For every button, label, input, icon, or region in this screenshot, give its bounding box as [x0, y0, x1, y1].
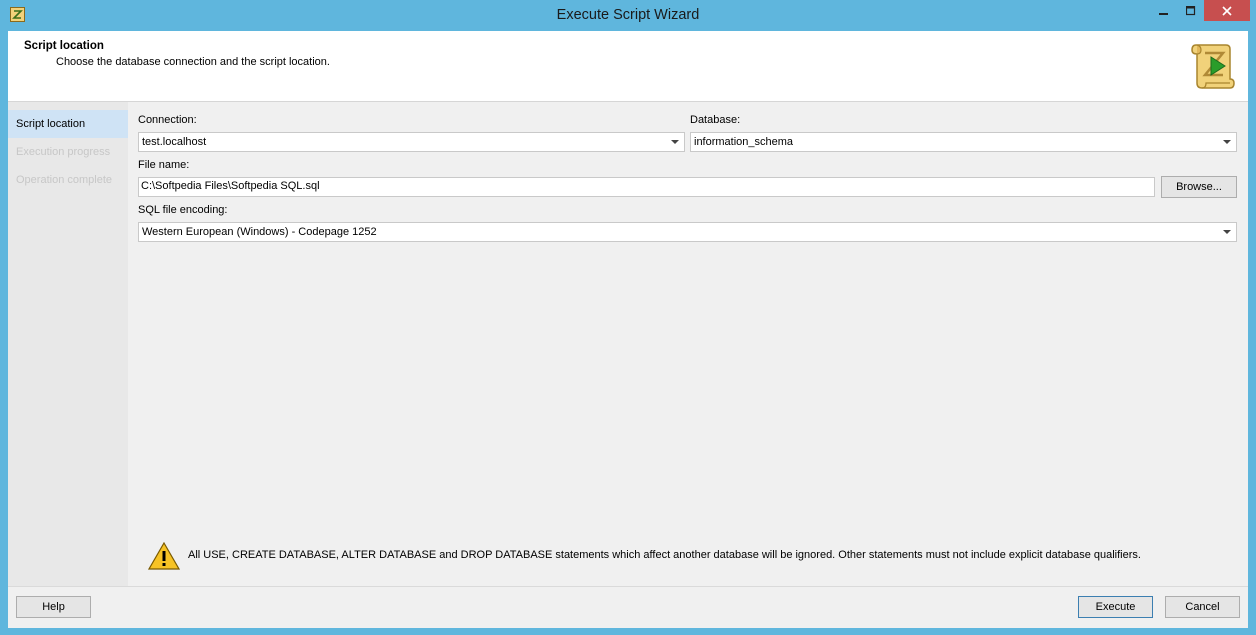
connection-value: test.localhost: [142, 136, 207, 148]
minimize-icon: [1159, 13, 1168, 15]
cancel-button[interactable]: Cancel: [1165, 596, 1240, 618]
step-execution-progress: Execution progress: [16, 146, 111, 158]
scroll-play-icon: [1191, 44, 1235, 89]
page-title: Script location: [24, 40, 104, 52]
step-operation-complete: Operation complete: [16, 174, 112, 186]
steps-sidebar: Script location Execution progress Opera…: [8, 102, 128, 586]
filename-input[interactable]: [141, 180, 1150, 192]
close-icon: [1222, 5, 1232, 16]
encoding-select[interactable]: Western European (Windows) - Codepage 12…: [138, 222, 1237, 242]
minimize-button[interactable]: [1150, 0, 1178, 22]
connection-select[interactable]: test.localhost: [138, 132, 685, 152]
help-button[interactable]: Help: [16, 596, 91, 618]
page-subtitle: Choose the database connection and the s…: [56, 56, 330, 68]
warning-triangle-icon: [148, 542, 180, 570]
chevron-down-icon: [671, 140, 679, 144]
encoding-value: Western European (Windows) - Codepage 12…: [142, 226, 377, 238]
window-title: Execute Script Wizard: [556, 7, 700, 23]
close-button[interactable]: [1204, 0, 1250, 21]
browse-button[interactable]: Browse...: [1161, 176, 1237, 198]
title-bar[interactable]: Execute Script Wizard: [0, 0, 1256, 31]
form-area: Connection: test.localhost Database: inf…: [128, 102, 1248, 586]
chevron-down-icon: [1223, 230, 1231, 234]
maximize-button[interactable]: [1178, 0, 1204, 22]
database-value: information_schema: [694, 136, 794, 148]
wizard-window: Execute Script Wizard Script location Ch…: [0, 0, 1256, 635]
encoding-label: SQL file encoding:: [138, 204, 228, 216]
execute-button[interactable]: Execute: [1078, 596, 1153, 618]
wizard-header: Script location Choose the database conn…: [8, 31, 1248, 102]
filename-field[interactable]: [138, 177, 1155, 197]
chevron-down-icon: [1223, 140, 1231, 144]
maximize-icon: [1186, 6, 1196, 16]
filename-label: File name:: [138, 159, 190, 171]
step-script-location[interactable]: Script location: [8, 110, 128, 138]
wizard-body: Script location Execution progress Opera…: [8, 102, 1248, 586]
database-select[interactable]: information_schema: [690, 132, 1237, 152]
wizard-footer: Help Execute Cancel: [8, 586, 1248, 628]
connection-label: Connection:: [138, 114, 197, 126]
warning-message: All USE, CREATE DATABASE, ALTER DATABASE…: [188, 549, 1141, 561]
database-label: Database:: [690, 114, 741, 126]
